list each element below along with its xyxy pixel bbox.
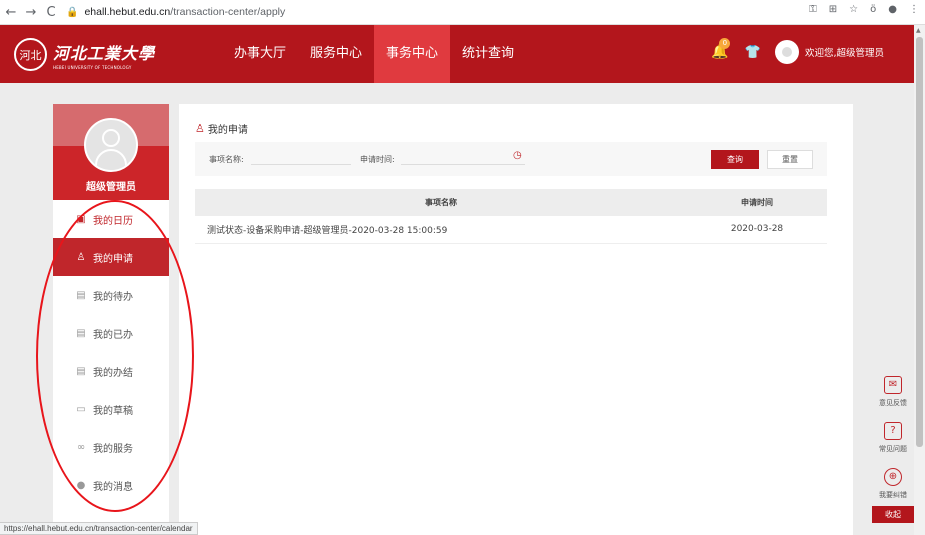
faq-button[interactable]: ? 常见问题 xyxy=(872,418,914,464)
link-icon: ∞ xyxy=(76,441,86,453)
avatar[interactable] xyxy=(774,40,799,64)
filter-bar: 事项名称: 申请时间: ◷ 查询 重置 xyxy=(195,142,827,176)
clock-icon[interactable]: ◷ xyxy=(513,150,522,161)
feedback-icon: ✉ xyxy=(884,376,902,394)
sidebar-item-service[interactable]: ∞ 我的服务 xyxy=(53,428,169,466)
notification-bell-icon[interactable]: 🔔 0 xyxy=(711,38,731,60)
faq-icon: ? xyxy=(884,422,902,440)
apply-table: 事项名称 申请时间 测试状态-设备采购申请-超级管理员-2020-03-28 1… xyxy=(195,189,827,244)
logo-english-name: HEBEI UNIVERSITY OF TECHNOLOGY xyxy=(53,64,132,70)
sidebar-item-finished[interactable]: ▤ 我的办结 xyxy=(53,352,169,390)
profile-icon[interactable]: ● xyxy=(888,4,897,15)
link-status-bar: https://ehall.hebut.edu.cn/transaction-c… xyxy=(0,522,198,535)
address-bar[interactable]: 🔒 ehall.hebut.edu.cn/transaction-center/… xyxy=(66,3,285,21)
sidebar-menu: ▣ 我的日历 ♙ 我的申请 ▤ 我的待办 ▤ 我的已办 ▤ 我的办结 ▭ 我的草稿 ∞ 我的服… xyxy=(53,200,169,504)
calendar-icon: ▣ xyxy=(76,213,86,225)
item-name-input[interactable] xyxy=(251,164,351,165)
column-header-name[interactable]: 事项名称 xyxy=(195,189,687,216)
forward-button[interactable]: → xyxy=(22,3,40,21)
page-scrollbar[interactable]: ▲ xyxy=(914,25,925,535)
table-cell-name[interactable]: 测试状态-设备采购申请-超级管理员-2020-03-28 15:00:59 xyxy=(195,216,687,244)
sidebar-item-draft[interactable]: ▭ 我的草稿 xyxy=(53,390,169,428)
scrollbar-thumb[interactable] xyxy=(916,37,923,447)
item-name-label: 事项名称: xyxy=(209,155,244,164)
reset-button[interactable]: 重置 xyxy=(767,150,813,169)
nav-hall[interactable]: 办事大厅 xyxy=(222,25,298,83)
column-header-date[interactable]: 申请时间 xyxy=(687,189,827,216)
sidebar-item-my-apply[interactable]: ♙ 我的申请 xyxy=(53,238,169,276)
user-apply-icon: ♙ xyxy=(195,122,205,135)
finished-icon: ▤ xyxy=(76,365,86,377)
notification-badge: 0 xyxy=(719,38,731,49)
url-text: ehall.hebut.edu.cn/transaction-center/ap… xyxy=(84,6,286,18)
browser-toolbar: ← → C 🔒 ehall.hebut.edu.cn/transaction-c… xyxy=(0,0,925,25)
sidebar-item-calendar[interactable]: ▣ 我的日历 xyxy=(53,200,169,238)
app-header: 河北 河北工業大學 HEBEI UNIVERSITY OF TECHNOLOGY… xyxy=(0,25,914,83)
profile-card: 超级管理员 xyxy=(53,104,169,200)
main-panel: ♙ 我的申请 事项名称: 申请时间: ◷ 查询 重置 事项名称 申请时间 测试状… xyxy=(179,104,853,535)
apply-time-input[interactable] xyxy=(401,164,525,165)
translate-icon[interactable]: ⊞ xyxy=(829,4,837,15)
profile-name: 超级管理员 xyxy=(86,182,136,193)
user-apply-icon: ♙ xyxy=(76,251,86,263)
main-nav: 办事大厅 服务中心 事务中心 统计查询 xyxy=(222,25,526,83)
table-header-row: 事项名称 申请时间 xyxy=(195,189,827,216)
welcome-text[interactable]: 欢迎您,超级管理员 xyxy=(805,45,884,59)
query-button[interactable]: 查询 xyxy=(711,150,759,169)
theme-shirt-icon[interactable]: 👕 xyxy=(745,45,761,60)
nav-statistics[interactable]: 统计查询 xyxy=(450,25,526,83)
page-title: ♙ 我的申请 xyxy=(195,122,248,136)
nav-affairs-center[interactable]: 事务中心 xyxy=(374,25,451,83)
bell-icon: ● xyxy=(76,479,86,491)
sidebar-item-messages[interactable]: ● 我的消息 xyxy=(53,466,169,504)
feedback-button[interactable]: ✉ 意见反馈 xyxy=(872,372,914,418)
bookmark-star-icon[interactable]: ☆ xyxy=(849,4,858,15)
back-button[interactable]: ← xyxy=(2,3,20,21)
menu-dots-icon[interactable]: ⋮ xyxy=(909,4,919,15)
sidebar: 超级管理员 ▣ 我的日历 ♙ 我的申请 ▤ 我的待办 ▤ 我的已办 ▤ 我的办结 ▭ 我的草… xyxy=(53,104,169,535)
logo-chinese-name: 河北工業大學 xyxy=(53,43,156,63)
correct-icon: ⊕ xyxy=(884,468,902,486)
table-row[interactable]: 测试状态-设备采购申请-超级管理员-2020-03-28 15:00:59 20… xyxy=(195,216,827,244)
scroll-up-arrow-icon[interactable]: ▲ xyxy=(916,27,921,34)
seal-icon: 河北 xyxy=(14,38,47,71)
profile-avatar xyxy=(84,118,138,172)
key-icon[interactable]: ⚿ xyxy=(809,4,817,15)
table-cell-date: 2020-03-28 xyxy=(687,216,827,244)
todo-icon: ▤ xyxy=(76,289,86,301)
done-icon: ▤ xyxy=(76,327,86,339)
university-logo[interactable]: 河北 河北工業大學 HEBEI UNIVERSITY OF TECHNOLOGY xyxy=(14,38,155,71)
correction-button[interactable]: ⊕ 我要纠错 xyxy=(872,464,914,510)
nav-service-center[interactable]: 服务中心 xyxy=(298,25,374,83)
float-toolbar: ✉ 意见反馈 ? 常见问题 ⊕ 我要纠错 xyxy=(872,372,914,510)
reload-button[interactable]: C xyxy=(42,3,60,21)
draft-icon: ▭ xyxy=(76,403,86,415)
collapse-button[interactable]: 收起 xyxy=(872,506,914,523)
sidebar-item-done[interactable]: ▤ 我的已办 xyxy=(53,314,169,352)
sidebar-item-todo[interactable]: ▤ 我的待办 xyxy=(53,276,169,314)
extension-icon[interactable]: ö xyxy=(870,4,876,15)
apply-time-label: 申请时间: xyxy=(360,155,395,164)
lock-icon: 🔒 xyxy=(66,6,79,18)
